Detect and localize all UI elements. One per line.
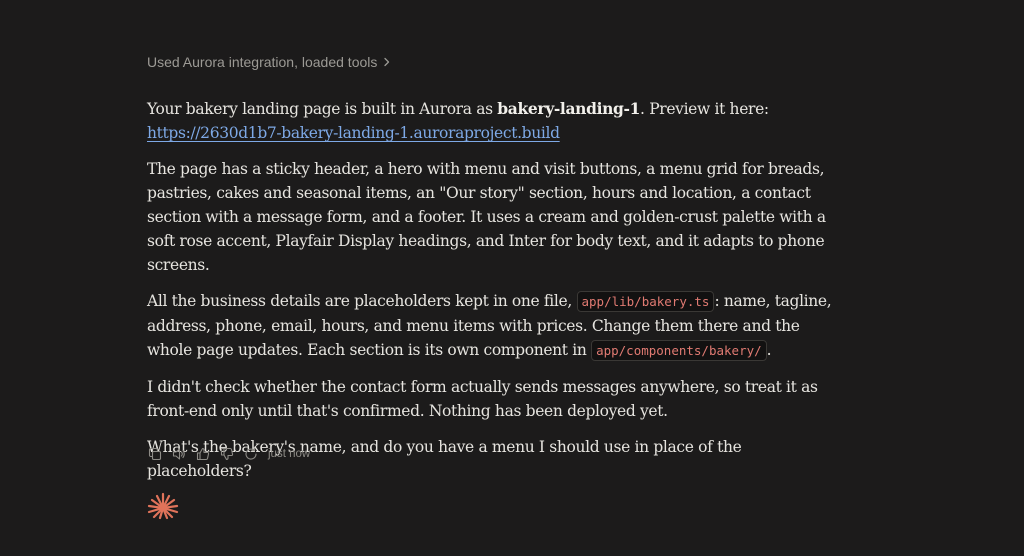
thumbs-up-button[interactable]: [195, 447, 210, 462]
tools-summary-toggle[interactable]: Used Aurora integration, loaded tools: [147, 54, 391, 70]
tools-summary-text: Used Aurora integration, loaded tools: [147, 54, 378, 70]
message-paragraph-1: Your bakery landing page is built in Aur…: [147, 97, 847, 145]
speaker-icon: [172, 447, 186, 461]
copy-icon: [148, 447, 162, 461]
thumbs-down-button[interactable]: [219, 447, 234, 462]
code-path-bakery-ts: app/lib/bakery.ts: [576, 291, 715, 312]
chevron-right-icon: [383, 57, 391, 67]
copy-button[interactable]: [147, 447, 162, 462]
message-timestamp: just now: [268, 448, 311, 460]
retry-icon: [244, 447, 258, 461]
thumbs-up-icon: [196, 447, 210, 461]
p3-text-c: .: [766, 341, 772, 359]
preview-link[interactable]: https://2630d1b7-bakery-landing-1.aurora…: [147, 124, 560, 142]
p1-text-a: Your bakery landing page is built in Aur…: [147, 100, 498, 118]
message-actions: just now: [147, 446, 310, 462]
p3-text-a: All the business details are placeholder…: [147, 292, 577, 310]
message-paragraph-4: I didn't check whether the contact form …: [147, 378, 818, 420]
retry-button[interactable]: [243, 447, 258, 462]
thumbs-down-icon: [220, 447, 234, 461]
read-aloud-button[interactable]: [171, 447, 186, 462]
message-paragraph-2: The page has a sticky header, a hero wit…: [147, 160, 826, 274]
p1-text-b: . Preview it here:: [640, 100, 769, 118]
assistant-logo-icon: [146, 491, 180, 521]
project-name: bakery-landing-1: [497, 99, 641, 118]
assistant-message-body: Your bakery landing page is built in Aur…: [147, 97, 847, 495]
message-paragraph-3: All the business details are placeholder…: [147, 289, 847, 363]
code-path-components: app/components/bakery/: [591, 340, 767, 361]
